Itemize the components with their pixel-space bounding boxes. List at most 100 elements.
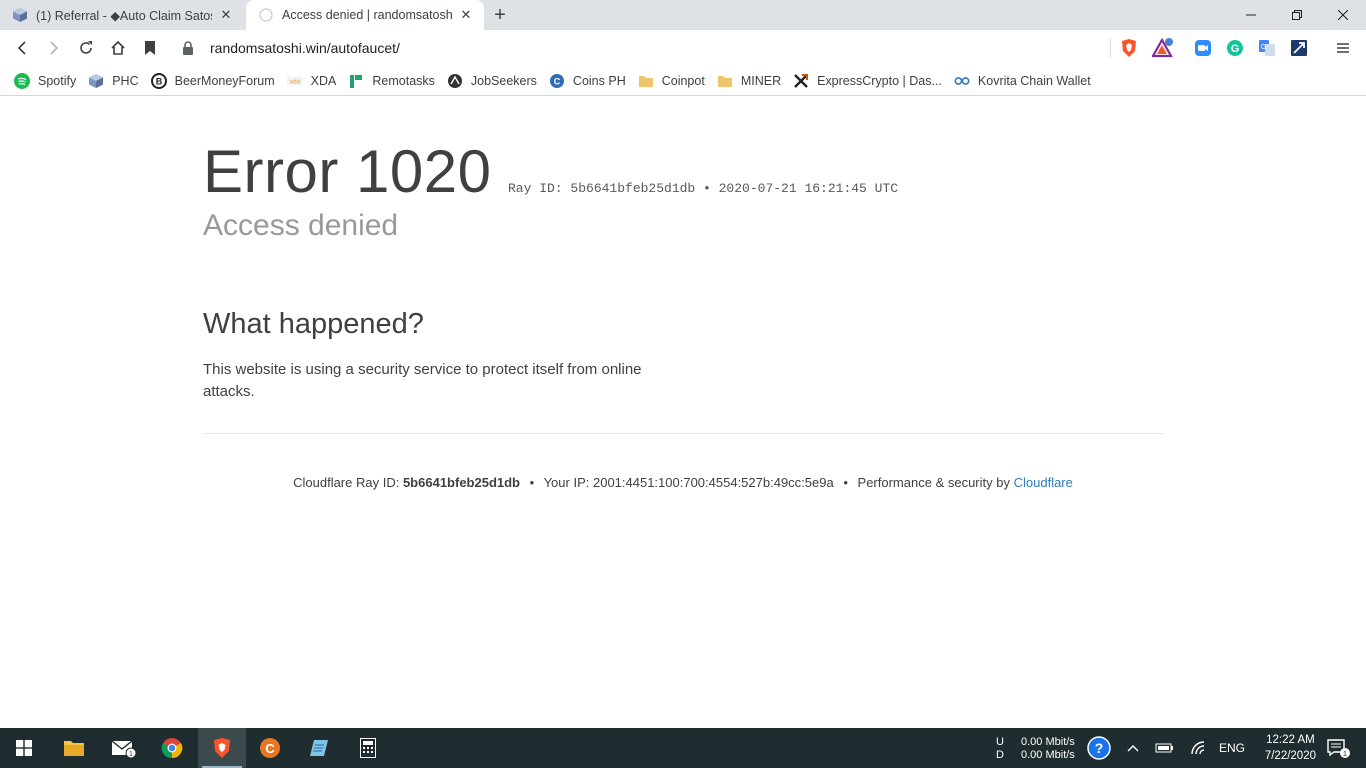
notification-badge: 1 (1343, 749, 1347, 758)
reload-button[interactable] (72, 34, 100, 62)
what-happened-heading: What happened? (203, 308, 424, 340)
battery-icon[interactable] (1150, 728, 1180, 768)
notification-center-icon[interactable]: 1 (1318, 728, 1358, 768)
error-title: Error 1020 (203, 138, 492, 205)
remotasks-icon (348, 73, 364, 89)
coinsph-icon: C (549, 73, 565, 89)
net-up-speed: 0.00 Mbit/s (1021, 736, 1075, 748)
taskbar: 1 C U D 0.00 Mbit/s 0.00 Mbit/s ? ENG 12… (0, 728, 1366, 768)
tab-access-denied[interactable]: Access denied | randomsatoshi.win ✕ (246, 0, 484, 30)
clock-time: 12:22 AM (1266, 734, 1315, 746)
mail-icon[interactable]: 1 (100, 728, 148, 768)
bookmark-icon[interactable] (136, 34, 164, 62)
new-tab-button[interactable]: + (488, 3, 512, 27)
back-button[interactable] (8, 34, 36, 62)
what-happened-text: This website is using a security service… (203, 361, 642, 400)
tab-title: Access denied | randomsatoshi.win (282, 8, 452, 22)
grammarly-icon[interactable]: G (1224, 37, 1246, 59)
svg-text:G: G (1261, 44, 1266, 51)
crypto-extension-icon[interactable] (1288, 37, 1310, 59)
translate-icon[interactable]: G (1256, 37, 1278, 59)
chevron-up-icon[interactable] (1120, 728, 1146, 768)
bookmarks-bar: Spotify PHC B BeerMoneyForum xda XDA Rem… (0, 66, 1366, 96)
bookmark-coinpot[interactable]: Coinpot (636, 68, 713, 94)
bookmark-miner[interactable]: MINER (715, 68, 789, 94)
browser-toolbar: randomsatoshi.win/autofaucet/ G G (0, 30, 1366, 66)
minimize-button[interactable] (1228, 0, 1274, 30)
clock-date: 7/22/2020 (1264, 750, 1316, 762)
home-button[interactable] (104, 34, 132, 62)
lock-icon[interactable] (182, 40, 198, 56)
net-up-label: U (996, 736, 1004, 748)
phc-cube-icon (88, 73, 104, 89)
bullet: • (843, 475, 848, 490)
error-subtitle: Access denied (203, 209, 399, 242)
folder-icon (638, 73, 654, 89)
browser-window: (1) Referral - ◆Auto Claim Satoshi ✕ Acc… (0, 0, 1366, 768)
file-explorer-icon[interactable] (50, 728, 98, 768)
tab-strip: (1) Referral - ◆Auto Claim Satoshi ✕ Acc… (0, 0, 1366, 30)
language-indicator[interactable]: ENG (1219, 741, 1245, 755)
brave-shield-icon[interactable] (1118, 37, 1140, 59)
tab-title: (1) Referral - ◆Auto Claim Satoshi (36, 8, 212, 23)
close-tab-icon[interactable]: ✕ (218, 7, 234, 23)
ray-id-value: 5b6641bfeb25d1db (402, 475, 520, 490)
windows-start-button[interactable] (0, 728, 48, 768)
mail-badge: 1 (129, 751, 133, 758)
net-down-label: D (996, 749, 1004, 761)
kovrita-icon (954, 73, 970, 89)
notepad-icon[interactable] (296, 728, 344, 768)
svg-text:B: B (155, 76, 162, 86)
brave-taskbar-icon[interactable] (198, 728, 246, 768)
divider (203, 433, 1163, 434)
menu-icon[interactable] (1332, 37, 1354, 59)
bookmark-coins-ph[interactable]: C Coins PH (547, 68, 634, 94)
close-window-button[interactable] (1320, 0, 1366, 30)
calculator-icon[interactable] (344, 728, 392, 768)
toolbar-divider (1110, 38, 1111, 58)
xda-icon: xda (286, 73, 303, 89)
chrome-icon[interactable] (148, 728, 196, 768)
folder-icon (717, 73, 733, 89)
help-icon[interactable]: ? (1080, 728, 1118, 768)
bullet: • (529, 475, 535, 490)
system-clock[interactable]: 12:22 AM 7/22/2020 (1265, 732, 1316, 764)
zoom-extension-icon[interactable] (1192, 37, 1214, 59)
bookmark-phc[interactable]: PHC (86, 68, 146, 94)
ip-label: Your IP: (543, 475, 590, 490)
forward-button[interactable] (40, 34, 68, 62)
bookmark-expresscrypto[interactable]: ExpressCrypto | Das... (791, 68, 950, 94)
ray-id-label: Cloudflare Ray ID: (293, 475, 400, 490)
ip-value: 2001:4451:100:700:4554:527b:49cc:5e9a (592, 475, 834, 490)
page-content: Error 1020 Ray ID: 5b6641bfeb25d1db • 20… (0, 97, 1366, 728)
svg-text:?: ? (1095, 740, 1104, 756)
brave-rewards-icon[interactable] (1152, 37, 1174, 59)
bookmark-beermoneyforum[interactable]: B BeerMoneyForum (149, 68, 283, 94)
globe-icon (258, 7, 274, 23)
svg-text:C: C (265, 741, 275, 756)
expresscrypto-icon (793, 73, 809, 89)
address-bar[interactable]: randomsatoshi.win/autofaucet/ (172, 34, 1112, 62)
restore-button[interactable] (1274, 0, 1320, 30)
cloudflare-footer: Cloudflare Ray ID: 5b6641bfeb25d1db • Yo… (203, 475, 1163, 490)
jobseekers-icon (447, 73, 463, 89)
tab-referral[interactable]: (1) Referral - ◆Auto Claim Satoshi ✕ (0, 0, 244, 30)
beermoney-icon: B (150, 72, 167, 89)
bookmark-kovrita[interactable]: Kovrita Chain Wallet (952, 68, 1099, 94)
cloudflare-link[interactable]: Cloudflare (1014, 475, 1073, 490)
svg-text:G: G (1231, 43, 1240, 55)
wifi-icon[interactable] (1184, 728, 1214, 768)
bookmark-remotasks[interactable]: Remotasks (346, 68, 443, 94)
bookmark-spotify[interactable]: Spotify (12, 68, 84, 94)
url-text[interactable]: randomsatoshi.win/autofaucet/ (210, 40, 400, 56)
bookmark-jobseekers[interactable]: JobSeekers (445, 68, 545, 94)
close-tab-icon[interactable]: ✕ (458, 7, 474, 23)
spotify-icon (14, 72, 30, 89)
svg-text:C: C (554, 76, 561, 86)
net-down-speed: 0.00 Mbit/s (1021, 749, 1075, 761)
svg-text:xda: xda (290, 78, 301, 85)
performance-label: Performance & security by (857, 475, 1010, 490)
phc-cube-icon (12, 7, 28, 23)
ccleaner-icon[interactable]: C (246, 728, 294, 768)
bookmark-xda[interactable]: xda XDA (285, 68, 345, 94)
